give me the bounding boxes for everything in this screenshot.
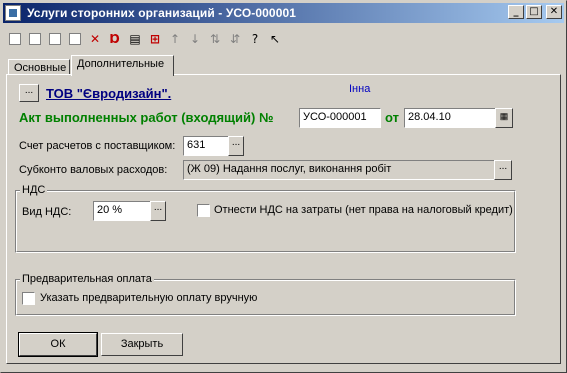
insert-line-icon[interactable]: ⊞: [145, 29, 165, 49]
vat-group: [15, 190, 516, 253]
tab-additional[interactable]: Дополнительные: [71, 55, 174, 76]
close-window-button[interactable]: ✕: [546, 5, 562, 19]
org-name-link[interactable]: ТОВ "Євродизайн".: [46, 86, 171, 101]
copy-row-icon[interactable]: [45, 29, 65, 49]
maximize-button[interactable]: □: [526, 5, 542, 19]
move-up-icon[interactable]: ↑: [165, 29, 185, 49]
calendar-icon[interactable]: ▦: [495, 108, 513, 128]
date-label: от: [385, 110, 399, 125]
ok-button[interactable]: ОК: [18, 332, 98, 357]
help-icon[interactable]: ?: [245, 29, 265, 49]
sort-asc-icon[interactable]: ⇅: [205, 29, 225, 49]
context-help-icon[interactable]: ↖: [265, 29, 285, 49]
account-label: Счет расчетов с поставщиком:: [19, 140, 176, 152]
vat-type-input[interactable]: 20 %: [93, 201, 151, 221]
doc-number-input[interactable]: УСО-000001: [299, 108, 381, 128]
properties-icon[interactable]: ▤: [125, 29, 145, 49]
prepay-group-title: Предварительная оплата: [20, 273, 154, 285]
vat-expense-label: Отнести НДС на затраты (нет права на нал…: [214, 204, 513, 216]
close-button[interactable]: Закрыть: [101, 333, 183, 356]
toolbar: ✕ Ɒ ▤ ⊞ ↑ ↓ ⇅ ⇵ ? ↖: [5, 27, 285, 51]
prepay-manual-label: Указать предварительную оплату вручную: [40, 292, 258, 304]
org-hint: Інна: [349, 83, 371, 95]
sort-desc-icon[interactable]: ⇵: [225, 29, 245, 49]
dialog-window: Услуги сторонних организаций - УСО-00000…: [0, 0, 567, 373]
subconto-label: Субконто валовых расходов:: [19, 164, 168, 176]
add-row-icon[interactable]: [25, 29, 45, 49]
move-down-icon[interactable]: ↓: [185, 29, 205, 49]
doc-title: Акт выполненных работ (входящий) №: [19, 110, 274, 125]
delete-mark-icon[interactable]: Ɒ: [105, 29, 125, 49]
account-input[interactable]: 631: [183, 136, 229, 156]
doc-date-input[interactable]: 28.04.10: [404, 108, 496, 128]
edit-row-icon[interactable]: [65, 29, 85, 49]
prepay-manual-checkbox[interactable]: [22, 292, 35, 305]
app-icon: [5, 5, 21, 21]
minimize-button[interactable]: _: [508, 5, 524, 19]
vat-group-title: НДС: [20, 184, 48, 196]
subconto-input[interactable]: (Ж 09) Надання послуг, виконання робіт: [183, 160, 495, 180]
tab-basic[interactable]: Основные: [8, 59, 70, 75]
vat-type-label: Вид НДС:: [22, 206, 72, 218]
vat-expense-checkbox[interactable]: [197, 204, 210, 217]
subconto-select-button[interactable]: ...: [494, 160, 512, 180]
new-row-icon[interactable]: [5, 29, 25, 49]
org-select-button[interactable]: ...: [19, 84, 39, 102]
delete-row-icon[interactable]: ✕: [85, 29, 105, 49]
account-select-button[interactable]: ...: [228, 136, 244, 156]
title-bar[interactable]: Услуги сторонних организаций - УСО-00000…: [3, 3, 564, 23]
window-title: Услуги сторонних организаций - УСО-00000…: [27, 6, 297, 20]
vat-type-select-button[interactable]: ...: [150, 201, 166, 221]
window-controls: _ □ ✕: [508, 5, 562, 19]
